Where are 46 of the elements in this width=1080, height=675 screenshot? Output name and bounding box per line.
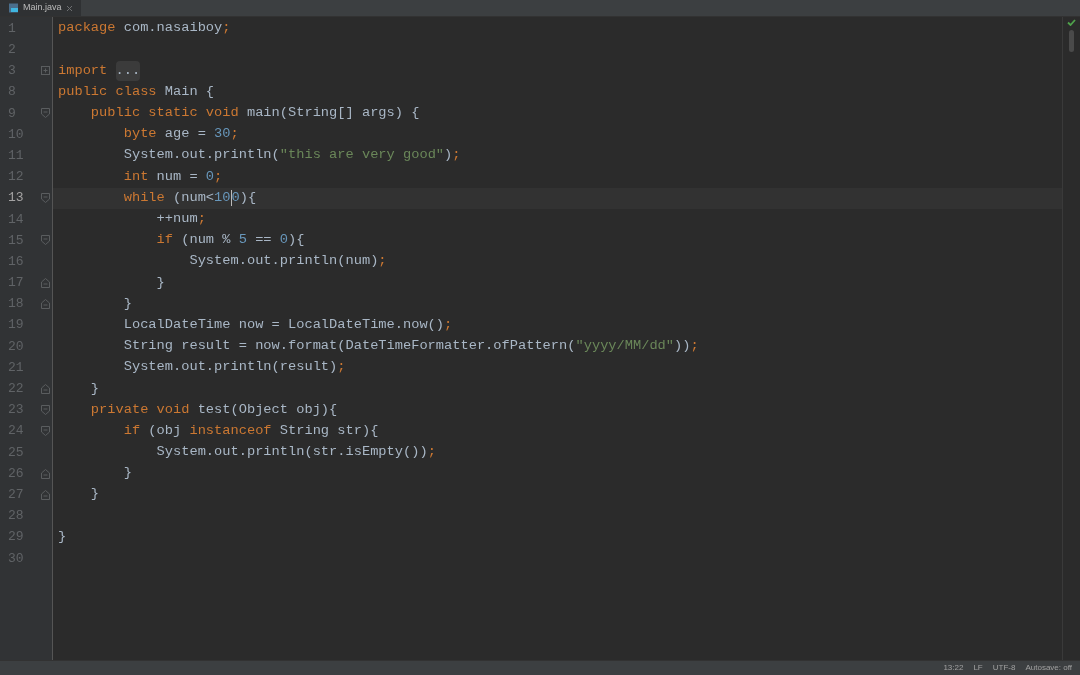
code-line: }: [122, 294, 132, 313]
code-line: }: [58, 527, 67, 546]
status-item[interactable]: 13:22: [943, 662, 964, 674]
code-line: while (num<100){: [122, 188, 257, 209]
code-line: if (obj instanceof String str){: [122, 421, 379, 440]
code-line: ++num;: [155, 210, 206, 228]
editor-tab[interactable]: Main.java: [0, 0, 81, 16]
status-item[interactable]: Autosave: off: [1025, 662, 1072, 674]
line-number: 13: [8, 189, 25, 208]
code-line: System.out.println("this are very good");: [122, 146, 461, 165]
status-item[interactable]: LF: [973, 662, 983, 674]
fold-icon[interactable]: [40, 277, 50, 288]
code-line: public static void main(String[] args) {: [89, 104, 420, 123]
fold-icon[interactable]: [40, 383, 50, 394]
code-line: package com.nasaiboy;: [58, 19, 231, 38]
code-line: int num = 0;: [122, 167, 223, 186]
code-line: }: [89, 379, 100, 398]
code-line: System.out.println(result);: [122, 358, 346, 377]
code-line: System.out.println(num);: [188, 252, 387, 271]
fold-icon[interactable]: [40, 404, 50, 415]
fold-icon[interactable]: [40, 193, 50, 204]
close-icon[interactable]: [65, 4, 73, 12]
scrollbar-thumb[interactable]: [1069, 30, 1074, 52]
expand-icon[interactable]: [40, 66, 50, 76]
code-line: }: [89, 485, 100, 504]
code-line: System.out.println(str.isEmpty());: [155, 443, 436, 462]
code-line: byte age = 30;: [122, 125, 239, 144]
check-icon: [1067, 19, 1076, 26]
fold-icon[interactable]: [40, 489, 50, 500]
code-line: public class Main {: [58, 82, 215, 101]
code-line: import ...: [58, 60, 141, 82]
code-line: }: [155, 273, 165, 292]
code-line: private void test(Object obj){: [89, 400, 338, 419]
text-cursor: [230, 190, 232, 207]
fold-icon[interactable]: [40, 426, 50, 437]
tab-label: Main.java: [23, 1, 62, 15]
code-line: }: [122, 464, 132, 483]
fold-icon[interactable]: [40, 468, 50, 479]
fold-icon[interactable]: [40, 108, 50, 119]
code-line: String result = now.format(DateTimeFormatter.ofPattern("yyyy/MM/dd"));: [122, 337, 699, 356]
code-line: if (num % 5 == 0){: [155, 231, 305, 250]
status-item[interactable]: UTF-8: [992, 662, 1016, 674]
fold-icon[interactable]: [40, 235, 50, 246]
fold-icon[interactable]: [40, 299, 50, 310]
code-line: LocalDateTime now = LocalDateTime.now();: [122, 315, 453, 334]
java-file-icon: [8, 3, 19, 13]
